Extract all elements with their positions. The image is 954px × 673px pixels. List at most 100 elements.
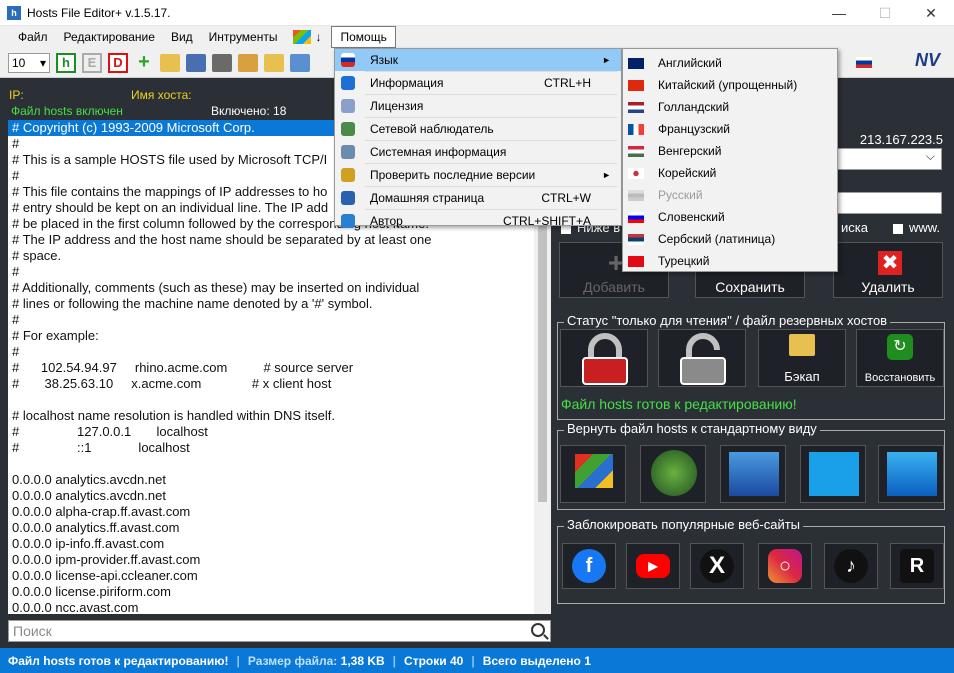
editor-line[interactable]: 0.0.0.0 analytics.ff.avast.com (8, 520, 534, 536)
x-button[interactable]: X (690, 543, 744, 589)
editor-line[interactable]: # lines or following the machine name de… (8, 296, 534, 312)
editor-line[interactable]: # (8, 312, 534, 328)
search-input[interactable]: Поиск (8, 620, 551, 642)
editor-line[interactable]: 0.0.0.0 license.piriform.com (8, 584, 534, 600)
flag-ru-icon (628, 190, 644, 201)
lock-readonly-button[interactable] (560, 329, 648, 387)
help-menu-item[interactable]: Лицензия (335, 95, 621, 117)
editor-line[interactable] (8, 456, 534, 472)
menu-file[interactable]: Файл (10, 27, 56, 47)
windows-8-button[interactable] (800, 445, 866, 503)
help-menu-item[interactable]: Системная информация (335, 141, 621, 163)
help-menu-item[interactable]: Информация CTRL+H (335, 72, 621, 94)
language-item-si[interactable]: Словенский (623, 206, 837, 228)
window-icon[interactable] (290, 53, 310, 72)
option-www[interactable]: www. (893, 220, 940, 235)
language-item-cn[interactable]: Китайский (упрощенный) (623, 74, 837, 96)
open-folder-icon[interactable] (160, 53, 180, 72)
menu-edit[interactable]: Редактирование (56, 27, 163, 47)
editor-line[interactable]: 0.0.0.0 ncc.avast.com (8, 600, 534, 614)
windows-10-11-button[interactable] (878, 445, 944, 503)
language-item-kr[interactable]: Корейский (623, 162, 837, 184)
editor-line[interactable]: 0.0.0.0 alpha-crap.ff.avast.com (8, 504, 534, 520)
add-entry-button[interactable]: + (134, 51, 154, 73)
menu-flag-arrow[interactable]: ↓ (315, 27, 331, 47)
help-menu-item[interactable]: Проверить последние версии ► (335, 164, 621, 186)
editor-line[interactable]: # Additionally, comments (such as these)… (8, 280, 534, 296)
locked-padlock-icon (582, 333, 628, 385)
windows-7-button[interactable] (720, 445, 786, 503)
delete-button[interactable]: ✖ Удалить (833, 242, 943, 298)
maximize-button[interactable]: ☐ (862, 0, 908, 26)
checkbox-icon[interactable] (893, 223, 903, 234)
hosts-h-button[interactable]: h (56, 52, 76, 73)
windows-xp-button[interactable] (560, 445, 626, 503)
delete-button-label: Удалить (861, 279, 915, 295)
search-icon[interactable] (531, 623, 545, 637)
ready-status: Файл hosts готов к редактированию! (561, 396, 797, 412)
windows-vista-button[interactable] (640, 445, 706, 503)
tiktok-button[interactable]: ♪ (824, 543, 878, 589)
system-info-icon (341, 145, 355, 159)
help-menu-item[interactable]: Язык ► (335, 49, 621, 71)
editor-line[interactable]: # localhost name resolution is handled w… (8, 408, 534, 424)
disable-d-button[interactable]: D (108, 52, 128, 73)
facebook-button[interactable]: f (562, 543, 616, 589)
unlock-readonly-button[interactable] (658, 329, 746, 387)
tools-icon[interactable] (212, 53, 232, 72)
editor-line[interactable]: 0.0.0.0 ipm-provider.ff.avast.com (8, 552, 534, 568)
instagram-button[interactable]: ○ (758, 543, 812, 589)
help-menu-item[interactable]: Автор CTRL+SHIFT+A (335, 210, 621, 232)
app-icon: h (7, 5, 21, 20)
editor-line[interactable]: # The IP address and the host name shoul… (8, 232, 534, 248)
help-menu-item[interactable]: Домашняя страница CTRL+W (335, 187, 621, 209)
language-item-nl[interactable]: Голландский (623, 96, 837, 118)
editor-line[interactable]: # ::1 localhost (8, 440, 534, 456)
language-item-label: Китайский (упрощенный) (658, 78, 798, 92)
editor-line[interactable]: # 127.0.0.1 localhost (8, 424, 534, 440)
rutube-button[interactable]: R (890, 543, 944, 589)
selected-label: Всего выделено (482, 653, 581, 668)
language-item-hu[interactable]: Венгерский (623, 140, 837, 162)
font-size-select[interactable]: 10 ▾ (8, 52, 50, 73)
editor-line[interactable]: # 38.25.63.10 x.acme.com # x client host (8, 376, 534, 392)
backup-button[interactable]: Бэкап (758, 329, 846, 387)
restore-button[interactable]: ↻ Восстановить (856, 329, 944, 387)
editor-line[interactable]: 0.0.0.0 analytics.avcdn.net (8, 472, 534, 488)
language-item-tr[interactable]: Турецкий (623, 250, 837, 272)
language-flag-icon[interactable] (856, 57, 872, 68)
language-item-gb[interactable]: Английский (623, 52, 837, 74)
close-button[interactable]: ✕ (908, 0, 954, 26)
editor-line[interactable]: 0.0.0.0 ip-info.ff.avast.com (8, 536, 534, 552)
editor-line[interactable] (8, 392, 534, 408)
editor-line[interactable]: 0.0.0.0 analytics.avcdn.net (8, 488, 534, 504)
windows-flag-icon[interactable] (293, 30, 312, 44)
enable-e-button[interactable]: E (82, 52, 102, 73)
editor-line[interactable]: # For example: (8, 328, 534, 344)
notes-icon[interactable] (238, 53, 258, 72)
editor-line[interactable]: # (8, 264, 534, 280)
help-menu: Язык ► Информация CTRL+H Лицензия Сетевой наб… (334, 48, 622, 228)
language-submenu: Английский Китайский (упрощенный) Голландс… (622, 48, 838, 272)
separator: | (392, 653, 397, 668)
menu-help[interactable]: Помощь (331, 26, 396, 48)
help-menu-item[interactable]: Сетевой наблюдатель (335, 118, 621, 140)
language-item-ru[interactable]: Русский (623, 184, 837, 206)
editor-line[interactable]: # space. (8, 248, 534, 264)
save-disk-icon[interactable] (186, 53, 206, 72)
editor-line[interactable]: # (8, 344, 534, 360)
language-item-rs[interactable]: Сербский (латиница) (623, 228, 837, 250)
language-item-fr[interactable]: Французский (623, 118, 837, 140)
youtube-button[interactable]: ▶ (626, 543, 680, 589)
font-size-value: 10 (12, 55, 26, 70)
folder-icon[interactable] (264, 53, 284, 72)
youtube-icon: ▶ (636, 554, 670, 578)
minimize-button[interactable]: — (816, 0, 862, 26)
menu-view[interactable]: Вид (163, 27, 201, 47)
menu-tools[interactable]: Интрументы (201, 27, 286, 47)
editor-line[interactable]: 0.0.0.0 license-api.ccleaner.com (8, 568, 534, 584)
editor-line[interactable]: # 102.54.94.97 rhino.acme.com # source s… (8, 360, 534, 376)
lines-label: Строки (404, 653, 447, 668)
flag-tr-icon (628, 256, 644, 267)
info-icon (341, 76, 355, 90)
